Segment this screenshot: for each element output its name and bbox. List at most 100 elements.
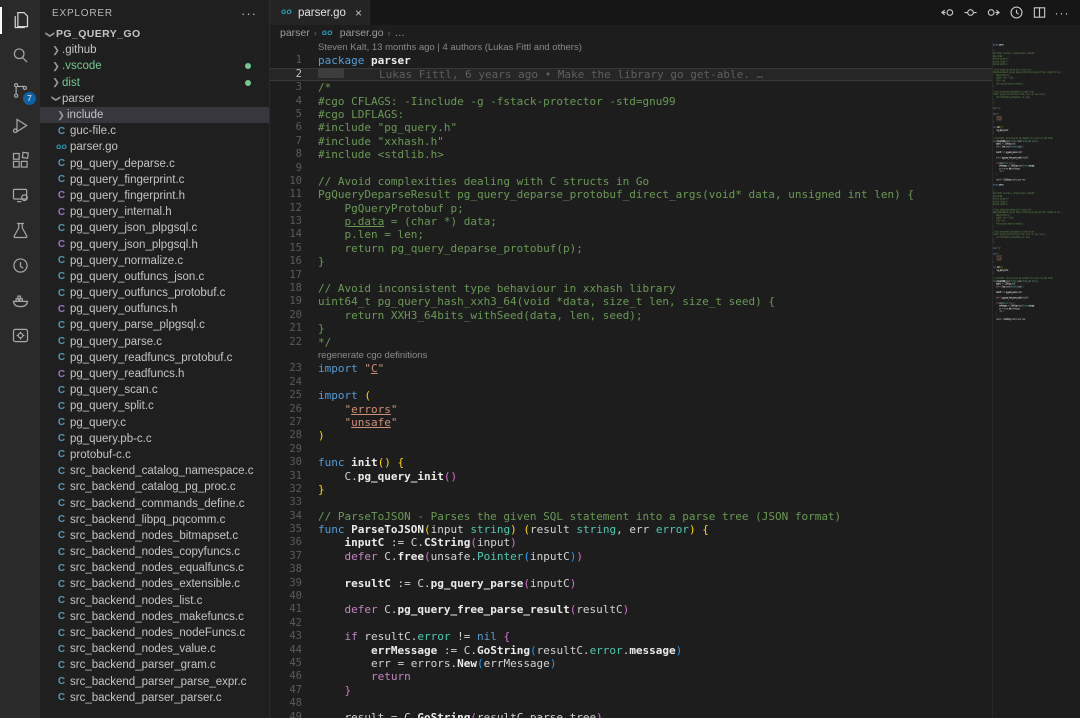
scm-badge: 7 <box>23 92 36 105</box>
chevron-right-icon: ❯ <box>55 110 67 121</box>
tree-folder-parser[interactable]: ❯parser <box>40 91 269 107</box>
tree-file-src_backend_parser_gram.c[interactable]: Csrc_backend_parser_gram.c <box>40 657 269 673</box>
tree-item-label: pg_query_deparse.c <box>70 158 175 170</box>
tree-file-pg_query_normalize.c[interactable]: Cpg_query_normalize.c <box>40 253 269 269</box>
c-file-icon: C <box>55 352 68 363</box>
tree-folder-PG_QUERY_GO[interactable]: ❯PG_QUERY_GO <box>40 26 269 42</box>
line-number: 14 <box>270 228 318 241</box>
blame-codelens[interactable]: Steven Kalt, 13 months ago | 4 authors (… <box>270 41 992 54</box>
tree-file-pg_query_readfuncs_protobuf.c[interactable]: Cpg_query_readfuncs_protobuf.c <box>40 350 269 366</box>
tree-file-pg_query_fingerprint.h[interactable]: Cpg_query_fingerprint.h <box>40 188 269 204</box>
tree-file-src_backend_nodes_bitmapset.c[interactable]: Csrc_backend_nodes_bitmapset.c <box>40 528 269 544</box>
h-file-icon: C <box>55 207 68 218</box>
tree-file-parser.go[interactable]: GOparser.go <box>40 139 269 155</box>
tree-file-src_backend_parser_parser.c[interactable]: Csrc_backend_parser_parser.c <box>40 690 269 706</box>
file-history-icon[interactable] <box>1008 5 1024 21</box>
tree-file-pg_query_fingerprint.c[interactable]: Cpg_query_fingerprint.c <box>40 172 269 188</box>
c-file-icon: C <box>55 158 68 169</box>
source-control-icon[interactable]: 7 <box>0 73 40 108</box>
tree-file-pg_query_parse_plpgsql.c[interactable]: Cpg_query_parse_plpgsql.c <box>40 317 269 333</box>
code-line-20: 20 return XXH3_64bits_withSeed(data, len… <box>270 309 992 322</box>
split-editor-icon[interactable] <box>1031 5 1047 21</box>
line-number: 33 <box>270 496 318 509</box>
tree-file-src_backend_catalog_pg_proc.c[interactable]: Csrc_backend_catalog_pg_proc.c <box>40 479 269 495</box>
tree-file-pg_query_split.c[interactable]: Cpg_query_split.c <box>40 398 269 414</box>
line-number: 19 <box>270 295 318 308</box>
c-file-icon: C <box>55 288 68 299</box>
code-line-4: 4#cgo CFLAGS: -Iinclude -g -fstack-prote… <box>270 95 992 108</box>
code-line-30: 30func init() { <box>270 456 992 469</box>
search-icon[interactable] <box>0 38 40 73</box>
code-area[interactable]: Steven Kalt, 13 months ago | 4 authors (… <box>270 41 992 718</box>
code-line-41: 41 defer C.pg_query_free_parse_result(re… <box>270 603 992 616</box>
containers-icon[interactable] <box>0 318 40 353</box>
tree-file-guc-file.c[interactable]: Cguc-file.c <box>40 123 269 139</box>
go-file-icon: GO <box>280 9 293 16</box>
remote-explorer-icon[interactable] <box>0 178 40 213</box>
gitlens-icon[interactable] <box>0 248 40 283</box>
tree-folder-include[interactable]: ❯include <box>40 107 269 123</box>
close-tab-icon[interactable]: × <box>355 6 362 20</box>
tab-parser-go[interactable]: GO parser.go × <box>270 0 370 25</box>
code-line-31: 31 C.pg_query_init() <box>270 470 992 483</box>
tree-file-src_backend_nodes_list.c[interactable]: Csrc_backend_nodes_list.c <box>40 593 269 609</box>
tree-file-pg_query_json_plpgsql.c[interactable]: Cpg_query_json_plpgsql.c <box>40 220 269 236</box>
run-and-debug-icon[interactable] <box>0 108 40 143</box>
tree-file-pg_query_internal.h[interactable]: Cpg_query_internal.h <box>40 204 269 220</box>
regenerate-codelens[interactable]: regenerate cgo definitions <box>270 349 992 362</box>
code-line-11: 11PgQueryDeparseResult pg_query_deparse_… <box>270 188 992 201</box>
line-number: 17 <box>270 269 318 282</box>
line-number: 3 <box>270 81 318 94</box>
extensions-icon[interactable] <box>0 143 40 178</box>
tree-file-src_backend_nodes_value.c[interactable]: Csrc_backend_nodes_value.c <box>40 641 269 657</box>
breadcrumb-item[interactable]: … <box>395 27 406 39</box>
tree-folder-.vscode[interactable]: ❯.vscode <box>40 58 269 74</box>
tree-item-label: src_backend_parser_parser.c <box>70 692 222 704</box>
tree-file-pg_query_json_plpgsql.h[interactable]: Cpg_query_json_plpgsql.h <box>40 236 269 252</box>
tree-file-src_backend_nodes_copyfuncs.c[interactable]: Csrc_backend_nodes_copyfuncs.c <box>40 544 269 560</box>
breadcrumb-item[interactable]: parser.go <box>340 27 384 39</box>
testing-icon[interactable] <box>0 213 40 248</box>
tree-folder-dist[interactable]: ❯dist <box>40 75 269 91</box>
tree-file-src_backend_nodes_extensible.c[interactable]: Csrc_backend_nodes_extensible.c <box>40 576 269 592</box>
tree-file-protobuf-c.c[interactable]: Cprotobuf-c.c <box>40 447 269 463</box>
code-editor[interactable]: Steven Kalt, 13 months ago | 4 authors (… <box>270 41 1080 718</box>
docker-icon[interactable] <box>0 283 40 318</box>
explorer-icon[interactable] <box>0 3 40 38</box>
c-file-icon: C <box>55 223 68 234</box>
tree-item-label: dist <box>62 77 80 89</box>
tree-file-pg_query_outfuncs_protobuf.c[interactable]: Cpg_query_outfuncs_protobuf.c <box>40 285 269 301</box>
code-line-18: 18// Avoid inconsistent type behaviour i… <box>270 282 992 295</box>
line-number: 8 <box>270 148 318 161</box>
tree-file-src_backend_commands_define.c[interactable]: Csrc_backend_commands_define.c <box>40 495 269 511</box>
more-actions-icon[interactable]: ··· <box>1054 5 1070 21</box>
tree-file-src_backend_nodes_equalfuncs.c[interactable]: Csrc_backend_nodes_equalfuncs.c <box>40 560 269 576</box>
tree-file-pg_query_scan.c[interactable]: Cpg_query_scan.c <box>40 382 269 398</box>
minimap[interactable]: package parser/*#cgo CFLAGS: -Iinclude -… <box>992 41 1080 718</box>
tree-file-pg_query_outfuncs.h[interactable]: Cpg_query_outfuncs.h <box>40 301 269 317</box>
tree-file-pg_query_parse.c[interactable]: Cpg_query_parse.c <box>40 334 269 350</box>
explorer-sidebar: EXPLORER ··· ❯PG_QUERY_GO❯.github❯.vscod… <box>40 0 270 718</box>
tree-file-src_backend_libpq_pqcomm.c[interactable]: Csrc_backend_libpq_pqcomm.c <box>40 512 269 528</box>
tree-file-src_backend_catalog_namespace.c[interactable]: Csrc_backend_catalog_namespace.c <box>40 463 269 479</box>
code-line-13: 13 p.data = (char *) data; <box>270 215 992 228</box>
gitlens-prev-change-icon[interactable] <box>939 5 955 21</box>
tree-file-src_backend_parser_parse_expr.c[interactable]: Csrc_backend_parser_parse_expr.c <box>40 674 269 690</box>
tree-folder-.github[interactable]: ❯.github <box>40 42 269 58</box>
tree-file-pg_query_outfuncs_json.c[interactable]: Cpg_query_outfuncs_json.c <box>40 269 269 285</box>
tree-item-label: pg_query_fingerprint.h <box>70 190 185 202</box>
tree-file-pg_query.c[interactable]: Cpg_query.c <box>40 415 269 431</box>
sidebar-more-actions-icon[interactable]: ··· <box>241 6 257 21</box>
h-file-icon: C <box>55 304 68 315</box>
gitlens-changes-icon[interactable] <box>962 5 978 21</box>
breadcrumb-item[interactable]: parser <box>280 27 310 39</box>
tree-file-pg_query_readfuncs.h[interactable]: Cpg_query_readfuncs.h <box>40 366 269 382</box>
code-line-40: 40 <box>270 590 992 603</box>
tree-file-pg_query_deparse.c[interactable]: Cpg_query_deparse.c <box>40 156 269 172</box>
gitlens-next-change-icon[interactable] <box>985 5 1001 21</box>
tree-item-label: pg_query_split.c <box>70 400 154 412</box>
line-number: 38 <box>270 563 318 576</box>
tree-file-src_backend_nodes_makefuncs.c[interactable]: Csrc_backend_nodes_makefuncs.c <box>40 609 269 625</box>
tree-file-pg_query.pb-c.c[interactable]: Cpg_query.pb-c.c <box>40 431 269 447</box>
tree-file-src_backend_nodes_nodeFuncs.c[interactable]: Csrc_backend_nodes_nodeFuncs.c <box>40 625 269 641</box>
